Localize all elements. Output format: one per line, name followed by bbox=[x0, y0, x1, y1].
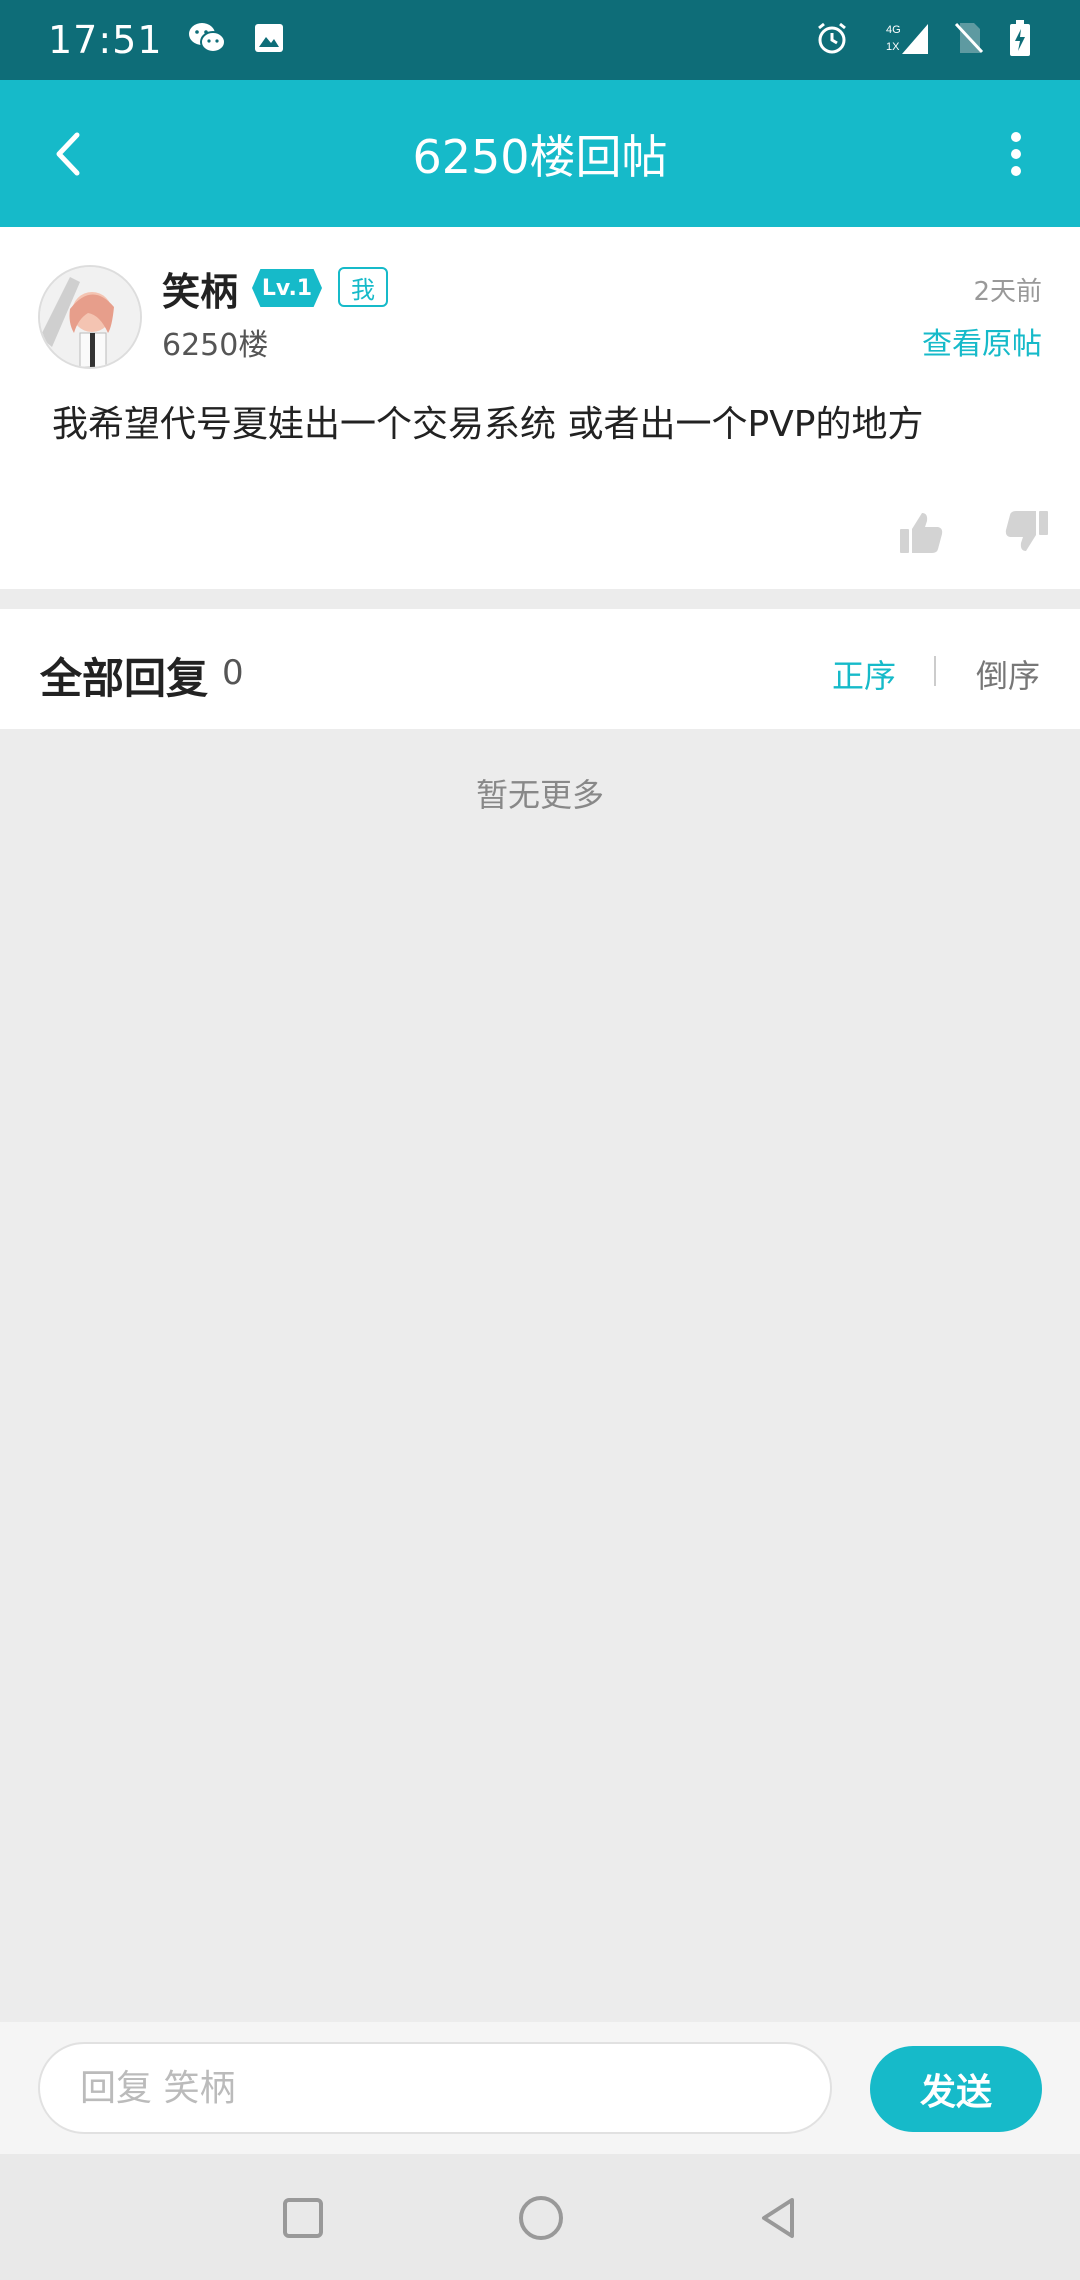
me-badge: 我 bbox=[338, 267, 388, 307]
sort-descending-button[interactable]: 倒序 bbox=[976, 651, 1040, 697]
empty-replies-text: 暂无更多 bbox=[475, 776, 604, 814]
send-button[interactable]: 发送 bbox=[870, 2046, 1042, 2132]
status-time: 17:51 bbox=[48, 18, 163, 62]
more-button[interactable] bbox=[996, 122, 1036, 186]
triangle-back-icon bbox=[762, 2198, 794, 2238]
system-back-button[interactable] bbox=[756, 2196, 800, 2240]
network-top-label: 4G bbox=[886, 24, 901, 36]
app-bar: 6250楼回帖 bbox=[0, 80, 1080, 227]
post-content: 我希望代号夏娃出一个交易系统 或者出一个PVP的地方 bbox=[52, 404, 924, 445]
post-time: 2天前 bbox=[973, 277, 1042, 307]
page-title: 6250楼回帖 bbox=[412, 129, 668, 184]
floor-label: 6250楼 bbox=[162, 328, 269, 363]
reply-bar: 发送 bbox=[0, 2022, 1080, 2154]
more-vertical-icon bbox=[1011, 132, 1021, 176]
post-card: 笑柄 Lv.1 我 6250楼 2天前 查看原帖 我希望代号夏娃出一个交易系统 … bbox=[0, 227, 1080, 589]
chevron-left-icon bbox=[56, 132, 80, 176]
username[interactable]: 笑柄 bbox=[162, 261, 238, 316]
avatar-image bbox=[40, 267, 140, 367]
signal-4g-icon: 4G 1X bbox=[872, 20, 930, 60]
network-bottom-label: 1X bbox=[886, 41, 900, 53]
reply-input[interactable] bbox=[38, 2042, 832, 2134]
like-button[interactable] bbox=[898, 509, 946, 557]
replies-title: 全部回复 bbox=[40, 654, 209, 703]
gallery-icon bbox=[253, 22, 285, 58]
replies-count: 0 bbox=[222, 653, 244, 693]
home-button[interactable] bbox=[519, 2196, 563, 2240]
back-button[interactable] bbox=[38, 122, 98, 186]
system-nav-bar bbox=[0, 2154, 1080, 2280]
dislike-button[interactable] bbox=[1004, 509, 1052, 557]
recents-button[interactable] bbox=[283, 2198, 323, 2238]
sort-divider bbox=[934, 656, 936, 686]
battery-charging-icon bbox=[1008, 19, 1032, 61]
no-sim-icon bbox=[952, 20, 986, 60]
sort-ascending-button[interactable]: 正序 bbox=[832, 651, 896, 697]
status-bar: 17:51 4G 1X bbox=[0, 0, 1080, 80]
avatar[interactable] bbox=[38, 265, 142, 369]
replies-header: 全部回复 0 正序 倒序 bbox=[0, 609, 1080, 729]
alarm-icon bbox=[814, 20, 850, 60]
thumbs-down-icon bbox=[1005, 511, 1048, 551]
view-original-link[interactable]: 查看原帖 bbox=[922, 319, 1042, 363]
level-badge: Lv.1 bbox=[252, 269, 322, 307]
thumbs-up-icon bbox=[900, 513, 943, 553]
wechat-icon bbox=[187, 21, 227, 59]
